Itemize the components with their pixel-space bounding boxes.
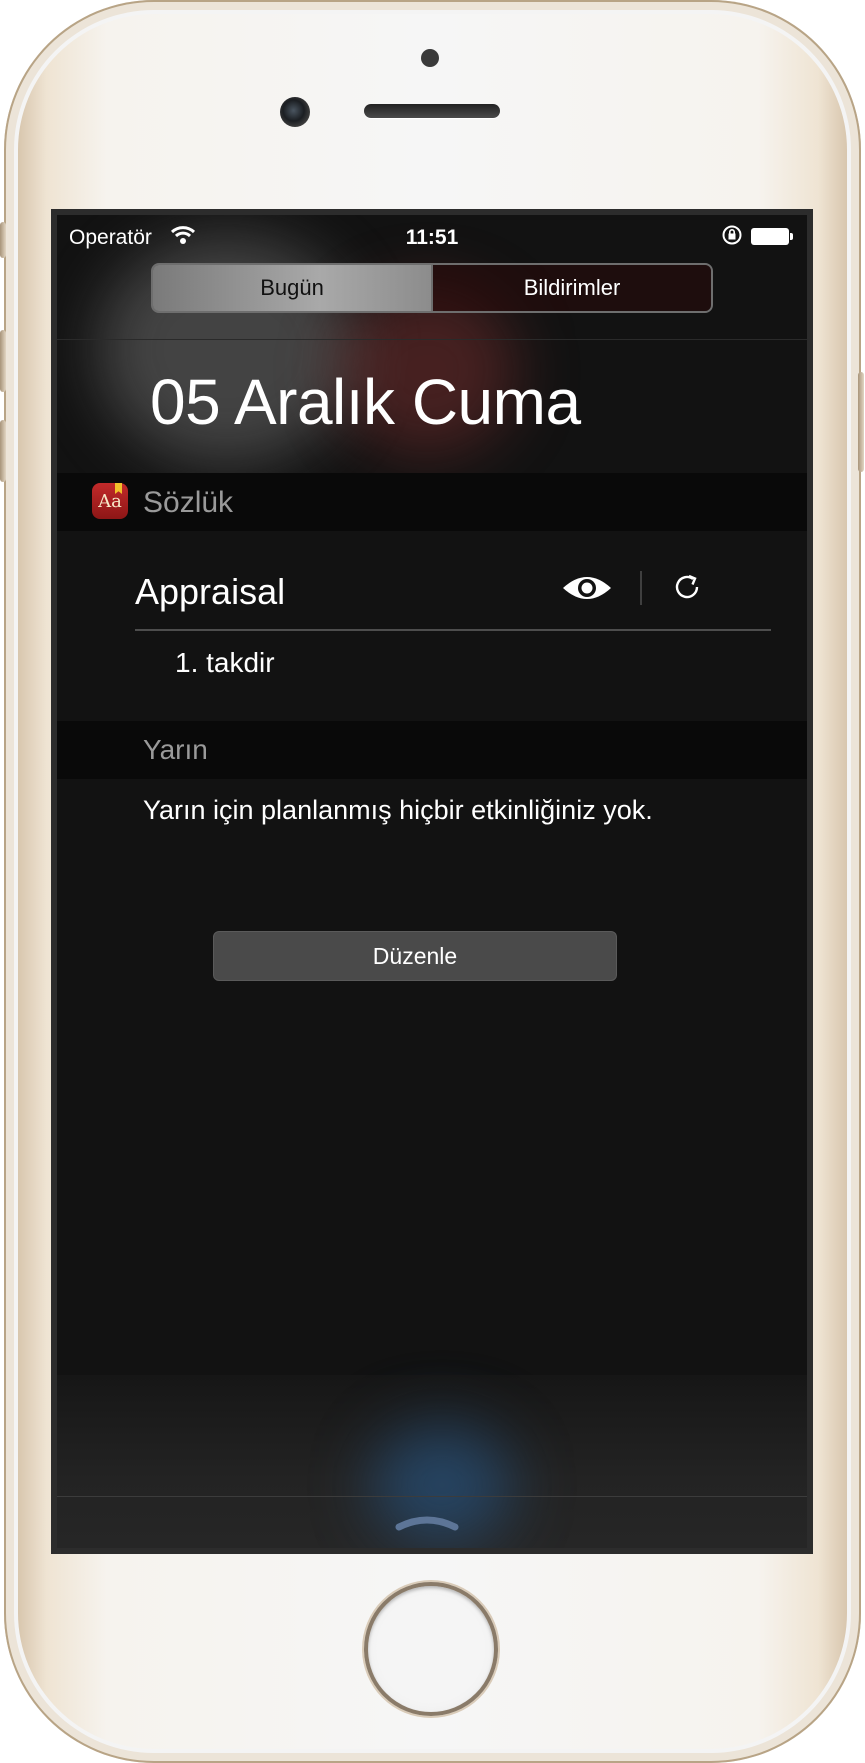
section-title: Yarın (143, 734, 208, 765)
power-button (858, 372, 864, 472)
proximity-sensor (421, 49, 439, 67)
divider (57, 1496, 807, 1497)
dictionary-word: Appraisal (135, 571, 286, 612)
home-button[interactable] (364, 1582, 498, 1716)
status-bar: Operatör 11:51 (57, 215, 807, 259)
segmented-control: Bugün Bildirimler (151, 263, 713, 313)
status-time: 11:51 (405, 226, 459, 249)
rotation-lock-icon (721, 224, 743, 252)
mute-switch (0, 222, 6, 258)
battery-icon (751, 228, 793, 245)
front-camera (280, 97, 310, 127)
definition-text: 1. takdir (175, 647, 275, 678)
refresh-icon[interactable] (670, 570, 704, 604)
volume-down-button (0, 420, 6, 482)
widget-title: Sözlük (143, 486, 234, 519)
date-heading: 05 Aralık Cuma (150, 366, 581, 438)
tab-notifications[interactable]: Bildirimler (431, 265, 711, 311)
close-grabber-icon[interactable] (395, 1511, 459, 1533)
tomorrow-section-header: Yarın (57, 721, 807, 779)
volume-up-button (0, 330, 6, 392)
divider (640, 571, 642, 605)
dictionary-app-icon: Aa (92, 483, 128, 519)
notification-center-screen: Operatör 11:51 Bugün Bildirimler 05 Aral… (51, 209, 813, 1554)
divider (135, 629, 771, 631)
eye-icon[interactable] (560, 568, 614, 608)
app-icon-label: Aa (98, 490, 122, 512)
edit-button[interactable]: Düzenle (213, 931, 617, 981)
earpiece-speaker (364, 104, 500, 118)
no-events-message: Yarın için planlanmış hiçbir etkinliğini… (143, 795, 653, 825)
divider (57, 339, 807, 340)
dictionary-widget-header[interactable]: Aa Sözlük (57, 473, 807, 531)
tab-today[interactable]: Bugün (153, 265, 431, 311)
